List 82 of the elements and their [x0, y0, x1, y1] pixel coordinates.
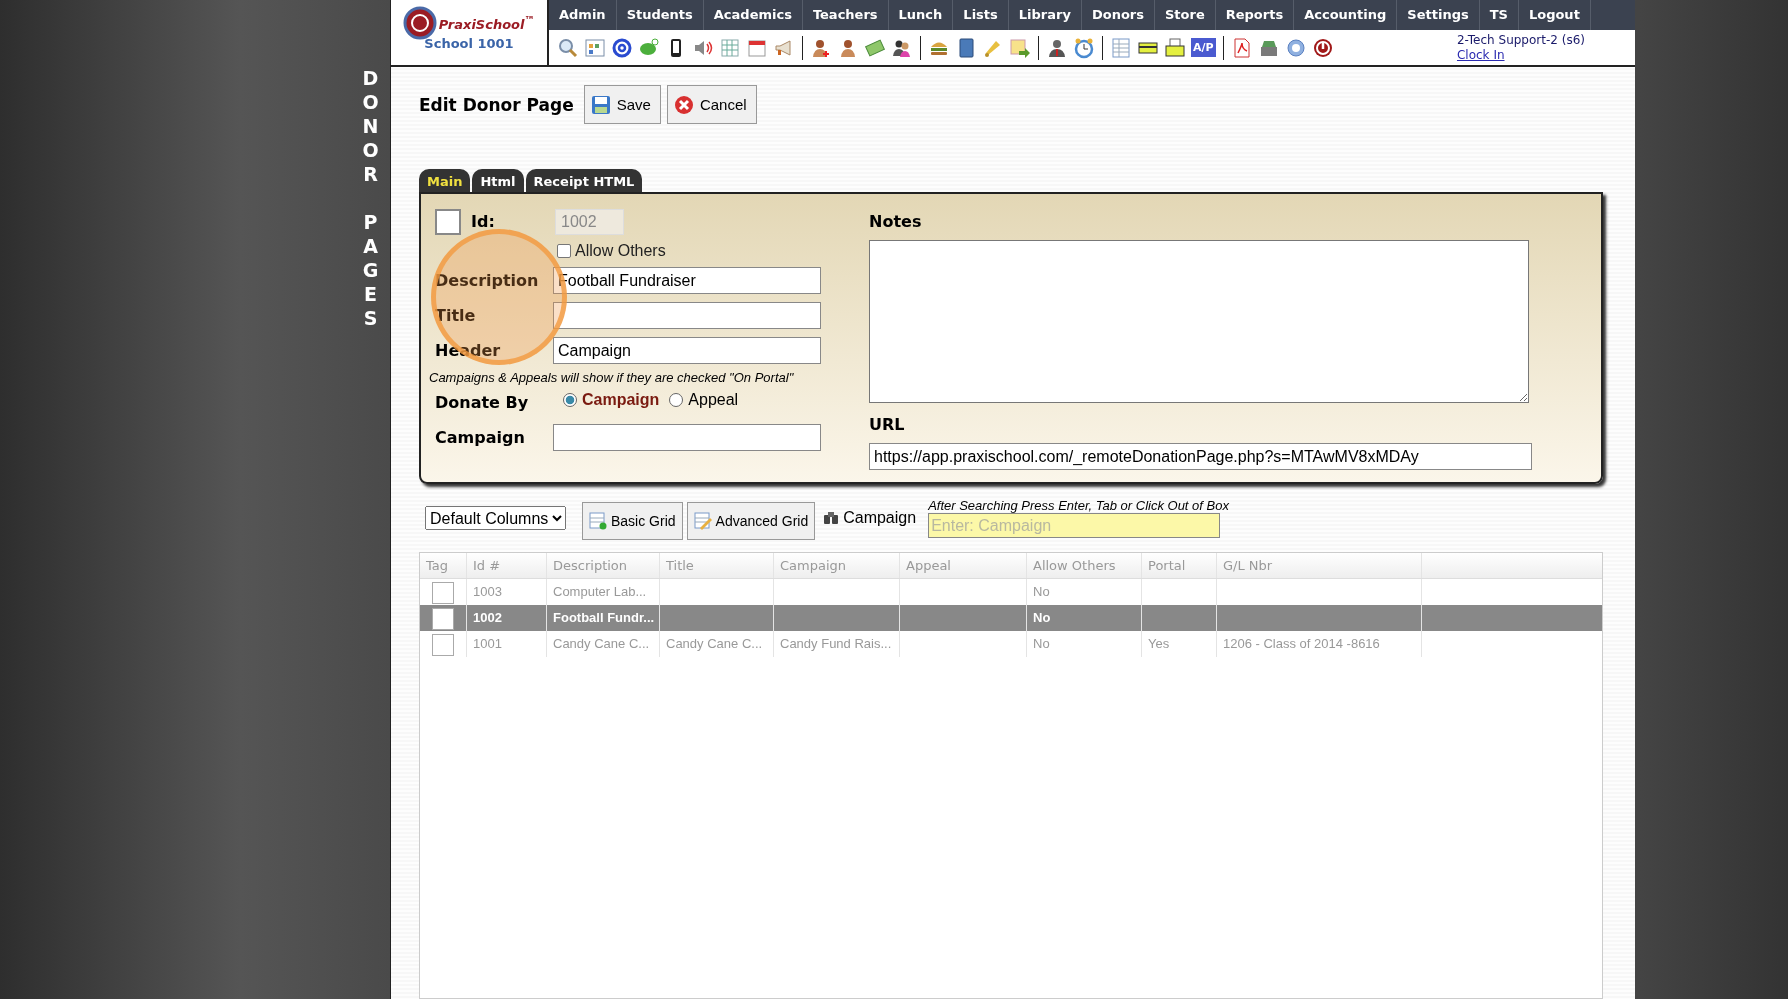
radio-button[interactable]: [669, 392, 684, 407]
table-cell: 1001: [473, 636, 502, 651]
table-cell: Football Fundr...: [553, 610, 655, 625]
radio-button[interactable]: [563, 392, 577, 407]
logo-icon: [402, 6, 437, 40]
menu-item[interactable]: Reports: [1215, 0, 1295, 30]
allow-others-checkbox[interactable]: [557, 244, 571, 258]
hint-text: Campaigns & Appeals will show if they are checked "On Portal": [429, 370, 795, 385]
menu-item[interactable]: Lists: [953, 0, 1009, 30]
help-icon[interactable]: [1284, 36, 1307, 59]
menu-item[interactable]: Logout: [1518, 0, 1591, 30]
search-hint: After Searching Press Enter, Tab or Click Out of Box: [928, 498, 1229, 513]
columns-dropdown[interactable]: Default Columns: [425, 506, 566, 530]
note-arrow-icon[interactable]: [1009, 36, 1031, 59]
notes-field[interactable]: [869, 240, 1529, 403]
table-row[interactable]: 1002 Football Fundr... No: [420, 605, 1602, 631]
text-field[interactable]: [553, 424, 821, 451]
tag-checkbox[interactable]: [435, 208, 461, 235]
tab[interactable]: Receipt HTML: [525, 169, 643, 192]
menu-item[interactable]: Donors: [1081, 0, 1155, 30]
row-checkbox[interactable]: [432, 581, 454, 604]
table-edit-icon: [693, 512, 712, 530]
menu-item[interactable]: Admin: [549, 0, 617, 30]
table-cell: Yes: [1148, 636, 1170, 651]
ap-button[interactable]: A/P: [1191, 38, 1216, 57]
menu-item[interactable]: Accounting: [1294, 0, 1398, 30]
save-button[interactable]: Save: [583, 85, 661, 124]
table-cell: Computer Lab...: [553, 584, 647, 599]
menu-item[interactable]: Lunch: [888, 0, 954, 30]
printer-icon[interactable]: [1164, 36, 1186, 59]
radio-label: Appeal: [688, 390, 739, 409]
clock-in-link[interactable]: Clock In: [1456, 47, 1505, 63]
table-cell: 1003: [473, 584, 502, 599]
checkbox-label: Allow Others: [575, 242, 666, 260]
table-cell: Candy Cane C...: [553, 636, 650, 651]
table-cell: 1002: [473, 610, 502, 625]
row-checkbox[interactable]: [432, 607, 454, 630]
alarm-clock-icon[interactable]: [1073, 36, 1095, 59]
table-add-icon: [589, 512, 607, 530]
search-label: Campaign: [843, 509, 917, 527]
text-field[interactable]: Campaign: [553, 337, 821, 364]
tab[interactable]: Html: [472, 169, 524, 192]
menu-item[interactable]: TS: [1479, 0, 1519, 30]
basic-grid-button[interactable]: Basic Grid: [582, 502, 683, 540]
logo[interactable]: PraxiSchool$^{™}$ School 1001: [391, 0, 549, 65]
window-icon[interactable]: [584, 36, 606, 59]
menu-item[interactable]: Teachers: [802, 0, 889, 30]
table-cell: Candy Fund Rais...: [780, 636, 892, 651]
url-field[interactable]: https://app.praxischool.com/_remoteDonationPage.php?s=MTAwMV8xMDAy: [869, 443, 1532, 470]
field-label: Donate By: [435, 393, 530, 412]
table-cell: Candy Cane C...: [666, 636, 763, 651]
user-name: 2-Tech Support-2 (s6): [1456, 32, 1585, 48]
radio-label: Campaign: [582, 390, 660, 409]
close-icon: [673, 94, 694, 115]
search-icon[interactable]: [557, 36, 579, 59]
field-label: Campaign: [435, 428, 526, 447]
table-cell: 1206 - Class of 2014 -8616: [1223, 636, 1380, 651]
menu-item[interactable]: Library: [1008, 0, 1082, 30]
field-label: Id:: [471, 212, 496, 231]
menu-item[interactable]: Students: [616, 0, 704, 30]
notes-label: Notes: [869, 211, 923, 233]
row-checkbox[interactable]: [432, 633, 454, 656]
text-field[interactable]: [553, 302, 821, 329]
field-label: Header: [435, 341, 502, 360]
tab[interactable]: Main: [419, 169, 471, 192]
table-cell: No: [1033, 584, 1050, 599]
binoculars-icon: [823, 511, 840, 525]
url-label: URL: [869, 414, 906, 436]
field-label: Description: [435, 271, 540, 290]
page-title: Edit Donor Page: [419, 94, 574, 115]
menu-item[interactable]: Store: [1154, 0, 1216, 30]
power-icon[interactable]: [1311, 36, 1334, 59]
menu-item[interactable]: Academics: [703, 0, 803, 30]
id-field: 1002: [555, 208, 624, 235]
table-cell: No: [1033, 610, 1051, 625]
advanced-grid-button[interactable]: Advanced Grid: [686, 502, 816, 540]
search-field[interactable]: Enter: Campaign: [928, 513, 1221, 538]
side-title: DONOR PAGES: [361, 66, 380, 331]
table-cell: No: [1033, 636, 1050, 651]
field-label: Title: [435, 306, 477, 325]
cancel-button[interactable]: Cancel: [666, 85, 757, 124]
menu-item[interactable]: Settings: [1397, 0, 1480, 30]
